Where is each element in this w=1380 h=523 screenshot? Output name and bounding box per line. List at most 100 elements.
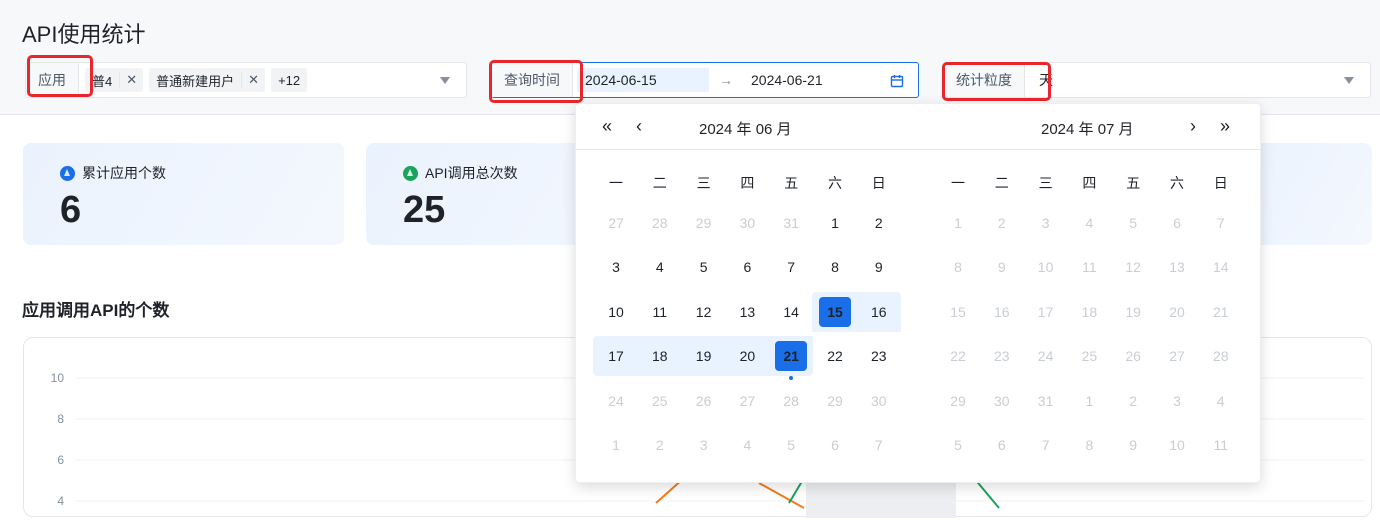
calendar-day[interactable]: 30 (731, 208, 763, 238)
chevron-down-icon[interactable] (440, 77, 450, 84)
calendar-day[interactable]: 2 (1117, 386, 1149, 416)
calendar-day[interactable]: 6 (986, 430, 1018, 460)
calendar-day[interactable]: 11 (644, 297, 676, 327)
calendar-day[interactable]: 7 (1030, 430, 1062, 460)
calendar-day[interactable]: 7 (863, 430, 895, 460)
calendar-day[interactable]: 24 (1030, 341, 1062, 371)
calendar-day[interactable]: 13 (731, 297, 763, 327)
calendar-day[interactable]: 4 (1205, 386, 1237, 416)
prev-year-icon[interactable]: « (602, 116, 612, 137)
calendar-day[interactable]: 14 (775, 297, 807, 327)
calendar-day[interactable]: 2 (986, 208, 1018, 238)
calendar-day[interactable]: 18 (1073, 297, 1105, 327)
calendar-day[interactable]: 27 (731, 386, 763, 416)
calendar-day[interactable]: 6 (1161, 208, 1193, 238)
calendar-day[interactable]: 9 (863, 252, 895, 282)
calendar-day[interactable]: 10 (1030, 252, 1062, 282)
calendar-day[interactable]: 19 (688, 341, 720, 371)
chevron-down-icon[interactable] (1344, 77, 1354, 84)
calendar-day[interactable]: 19 (1117, 297, 1149, 327)
calendar-day[interactable]: 24 (600, 386, 632, 416)
calendar-day[interactable]: 28 (644, 208, 676, 238)
calendar-day[interactable]: 14 (1205, 252, 1237, 282)
calendar-day[interactable]: 3 (688, 430, 720, 460)
calendar-day-selected-start[interactable]: 15 (819, 297, 851, 327)
calendar-day[interactable]: 1 (942, 208, 974, 238)
calendar-day[interactable]: 6 (819, 430, 851, 460)
calendar-day[interactable]: 16 (863, 297, 895, 327)
calendar-day[interactable]: 22 (819, 341, 851, 371)
calendar-day[interactable]: 23 (863, 341, 895, 371)
calendar-day[interactable]: 2 (644, 430, 676, 460)
calendar-day[interactable]: 31 (1030, 386, 1062, 416)
date-picker-popup: « ‹ 2024 年 06 月 2024 年 07 月 › » 一 二 三 四 五 六 日 2… (575, 103, 1261, 483)
calendar-day[interactable]: 3 (1030, 208, 1062, 238)
calendar-day[interactable]: 13 (1161, 252, 1193, 282)
calendar-day[interactable]: 6 (731, 252, 763, 282)
calendar-day[interactable]: 9 (1117, 430, 1149, 460)
next-year-icon[interactable]: » (1220, 116, 1230, 137)
next-month-icon[interactable]: › (1190, 116, 1196, 137)
calendar-day[interactable]: 12 (1117, 252, 1149, 282)
calendar-day[interactable]: 29 (688, 208, 720, 238)
calendar-day[interactable]: 11 (1205, 430, 1237, 460)
calendar-day[interactable]: 7 (775, 252, 807, 282)
calendar-day[interactable]: 25 (1073, 341, 1105, 371)
calendar-day[interactable]: 20 (731, 341, 763, 371)
calendar-day[interactable]: 5 (942, 430, 974, 460)
calendar-day[interactable]: 7 (1205, 208, 1237, 238)
calendar-day[interactable]: 25 (644, 386, 676, 416)
calendar-day[interactable]: 29 (942, 386, 974, 416)
calendar-day[interactable]: 10 (1161, 430, 1193, 460)
remove-tag-icon[interactable]: ✕ (241, 72, 265, 88)
weekday-label: 四 (1082, 175, 1097, 191)
calendar-day[interactable]: 28 (1205, 341, 1237, 371)
calendar-day[interactable]: 23 (986, 341, 1018, 371)
calendar-day[interactable]: 30 (863, 386, 895, 416)
calendar-day[interactable]: 17 (1030, 297, 1062, 327)
calendar-day[interactable]: 5 (1117, 208, 1149, 238)
calendar-day[interactable]: 16 (986, 297, 1018, 327)
start-date-input[interactable]: 2024-06-15 (577, 68, 709, 92)
calendar-day[interactable]: 8 (942, 252, 974, 282)
calendar-day[interactable]: 4 (731, 430, 763, 460)
calendar-day[interactable]: 1 (1073, 386, 1105, 416)
weekday-label: 五 (1126, 175, 1141, 191)
calendar-day[interactable]: 2 (863, 208, 895, 238)
calendar-day[interactable]: 1 (819, 208, 851, 238)
remove-tag-icon[interactable]: ✕ (119, 72, 143, 88)
more-tags-badge[interactable]: +12 (271, 68, 308, 92)
calendar-day[interactable]: 27 (1161, 341, 1193, 371)
calendar-day[interactable]: 27 (600, 208, 632, 238)
calendar-day[interactable]: 3 (600, 252, 632, 282)
calendar-day[interactable]: 8 (1073, 430, 1105, 460)
calendar-day[interactable]: 22 (942, 341, 974, 371)
calendar-day[interactable]: 10 (600, 297, 632, 327)
calendar-day[interactable]: 26 (1117, 341, 1149, 371)
calendar-day[interactable]: 5 (775, 430, 807, 460)
prev-month-icon[interactable]: ‹ (636, 116, 642, 137)
calendar-day[interactable]: 20 (1161, 297, 1193, 327)
calendar-day[interactable]: 11 (1073, 252, 1105, 282)
calendar-icon[interactable] (890, 74, 904, 88)
calendar-day[interactable]: 26 (688, 386, 720, 416)
calendar-day[interactable]: 8 (819, 252, 851, 282)
calendar-day[interactable]: 4 (644, 252, 676, 282)
calendar-day[interactable]: 15 (942, 297, 974, 327)
end-date-input[interactable]: 2024-06-21 (743, 72, 863, 88)
calendar-day[interactable]: 5 (688, 252, 720, 282)
calendar-day[interactable]: 30 (986, 386, 1018, 416)
calendar-day[interactable]: 12 (688, 297, 720, 327)
calendar-day[interactable]: 1 (600, 430, 632, 460)
calendar-day[interactable]: 28 (775, 386, 807, 416)
calendar-day-selected-end[interactable]: 21 (775, 341, 808, 371)
calendar-day[interactable]: 21 (1205, 297, 1237, 327)
calendar-day[interactable]: 4 (1073, 208, 1105, 238)
calendar-day[interactable]: 29 (819, 386, 851, 416)
right-month-title: 2024 年 07 月 (1041, 121, 1134, 138)
calendar-day[interactable]: 3 (1161, 386, 1193, 416)
calendar-day[interactable]: 9 (986, 252, 1018, 282)
calendar-day[interactable]: 17 (600, 341, 632, 371)
calendar-day[interactable]: 18 (644, 341, 676, 371)
calendar-day[interactable]: 31 (775, 208, 807, 238)
